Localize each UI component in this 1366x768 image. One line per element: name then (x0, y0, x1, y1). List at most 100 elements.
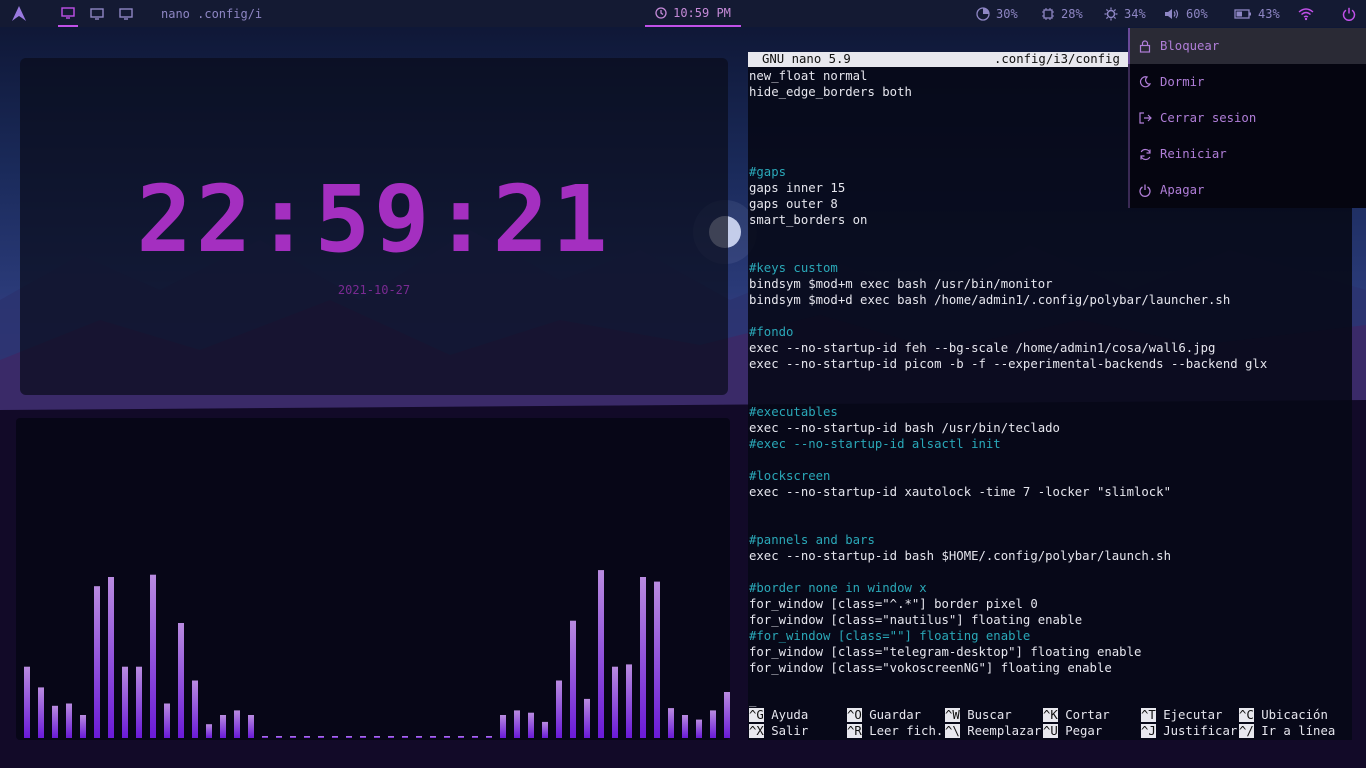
shortcut-key: ^W (945, 708, 960, 722)
visualizer-bar (262, 736, 268, 738)
visualizer-bar (360, 736, 366, 738)
code-comment-line: #exec --no-startup-id alsactl init (749, 437, 1001, 451)
shortcut-label: Ayuda (771, 708, 809, 722)
visualizer-bar (444, 736, 450, 738)
shortcut-key: ^C (1239, 708, 1254, 722)
brightness-module[interactable]: 34% (1104, 0, 1146, 27)
shortcut-key: ^X (749, 724, 764, 738)
shortcut-label: Guardar (869, 708, 922, 722)
code-comment-line: #pannels and bars (749, 533, 875, 547)
visualizer-bar (374, 736, 380, 738)
shortcut-label: Salir (771, 724, 809, 738)
shortcut-item[interactable]: ^K Cortar (1043, 707, 1110, 723)
shortcut-item[interactable]: ^C Ubicación (1239, 707, 1328, 723)
power-menu-restart[interactable]: Reiniciar (1128, 136, 1366, 172)
power-menu-lock[interactable]: Bloquear (1128, 28, 1366, 64)
code-comment-line: #keys custom (749, 261, 838, 275)
visualizer-bar (318, 736, 324, 738)
shortcut-item[interactable]: ^W Buscar (945, 707, 1012, 723)
arch-logo-icon[interactable] (10, 0, 28, 27)
code-comment-line: #for_window [class=""] floating enable (749, 629, 1031, 643)
visualizer-bar (668, 708, 674, 738)
visualizer-bar (178, 623, 184, 738)
lock-icon (1138, 39, 1152, 53)
shortcut-label: Ejecutar (1163, 708, 1223, 722)
audio-visualizer (16, 418, 730, 740)
shortcut-key: ^/ (1239, 724, 1254, 738)
memory-module[interactable]: 28% (1041, 0, 1083, 27)
code-line: exec --no-startup-id bash /usr/bin/tecla… (749, 421, 1060, 435)
volume-icon (1165, 8, 1179, 19)
visualizer-bar (416, 736, 422, 738)
battery-icon (1234, 8, 1251, 19)
battery-value: 43% (1258, 6, 1280, 21)
power-menu-icon[interactable] (1342, 0, 1356, 27)
volume-module[interactable]: 60% (1164, 0, 1208, 27)
shortcut-row: ^X Salir ^R Leer fich. ^\ Reemplazar ^U Peg… (749, 723, 1349, 739)
power-menu-sleep[interactable]: Dormir (1128, 64, 1366, 100)
visualizer-bar (346, 736, 352, 738)
power-menu-logout[interactable]: Cerrar sesion (1128, 100, 1366, 136)
power-menu-sleep-label: Dormir (1160, 75, 1205, 89)
shortcut-label: Ubicación (1261, 708, 1328, 722)
clock-widget: 22:59:21 2021-10-27 (20, 58, 728, 395)
shortcut-item[interactable]: ^U Pegar (1043, 723, 1102, 739)
shortcut-item[interactable]: ^J Justificar (1141, 723, 1237, 739)
visualizer-bar (122, 666, 128, 738)
memory-chip-icon (1042, 7, 1054, 20)
visualizer-bar (472, 736, 478, 738)
workspace-1-monitor-icon[interactable] (58, 0, 78, 27)
shortcut-key: ^U (1043, 724, 1058, 738)
wifi-icon[interactable] (1298, 0, 1314, 27)
cpu-module[interactable]: 30% (976, 0, 1018, 27)
workspace-2-monitor-icon[interactable] (87, 0, 107, 27)
shortcut-item[interactable]: ^/ Ir a línea (1239, 723, 1335, 739)
shortcut-item[interactable]: ^X Salir (749, 723, 808, 739)
shortcut-key: ^T (1141, 708, 1156, 722)
visualizer-bar (696, 719, 702, 738)
visualizer-bar (430, 736, 436, 738)
visualizer-bar (388, 736, 394, 738)
shortcut-label: Justificar (1163, 724, 1238, 738)
visualizer-bar (682, 715, 688, 738)
shortcut-key: ^O (847, 708, 862, 722)
clock-widget-date: 2021-10-27 (337, 283, 411, 297)
battery-module[interactable]: 43% (1234, 0, 1280, 27)
visualizer-bar (66, 703, 72, 738)
visualizer-bar (80, 715, 86, 738)
visualizer-bar (528, 712, 534, 738)
shortcut-key: ^G (749, 708, 764, 722)
shortcut-item[interactable]: ^O Guardar (847, 707, 921, 723)
shortcut-item[interactable]: ^\ Reemplazar (945, 723, 1041, 739)
clock-time-text: 10:59 PM (673, 5, 731, 20)
topbar-clock[interactable]: 10:59 PM (645, 0, 741, 27)
power-menu-shutdown[interactable]: Apagar (1128, 172, 1366, 208)
power-menu-logout-label: Cerrar sesion (1160, 111, 1257, 125)
shortcut-row: ^G Ayuda ^O Guardar ^W Buscar ^K Cortar ^T E… (749, 707, 1349, 723)
code-comment-line: #fondo (749, 325, 794, 339)
power-menu-shutdown-label: Apagar (1160, 183, 1205, 197)
code-line: _ (749, 693, 757, 707)
shortcut-item[interactable]: ^T Ejecutar (1141, 707, 1222, 723)
shortcut-item[interactable]: ^G Ayuda (749, 707, 808, 723)
workspace-3-monitor-icon[interactable] (116, 0, 136, 27)
shortcut-label: Leer fich. (869, 724, 944, 738)
shortcut-key: ^K (1043, 708, 1058, 722)
shortcut-item[interactable]: ^R Leer fich. (847, 723, 943, 739)
nano-filename: .config/i3/config (994, 52, 1120, 66)
visualizer-bar (248, 715, 254, 738)
shortcut-key: ^\ (945, 724, 960, 738)
power-icon (1138, 183, 1152, 197)
visualizer-bar (206, 724, 212, 738)
visualizer-bar (24, 666, 30, 738)
power-menu-lock-label: Bloquear (1160, 39, 1220, 53)
shortcut-key: ^R (847, 724, 862, 738)
visualizer-bar (514, 710, 520, 738)
